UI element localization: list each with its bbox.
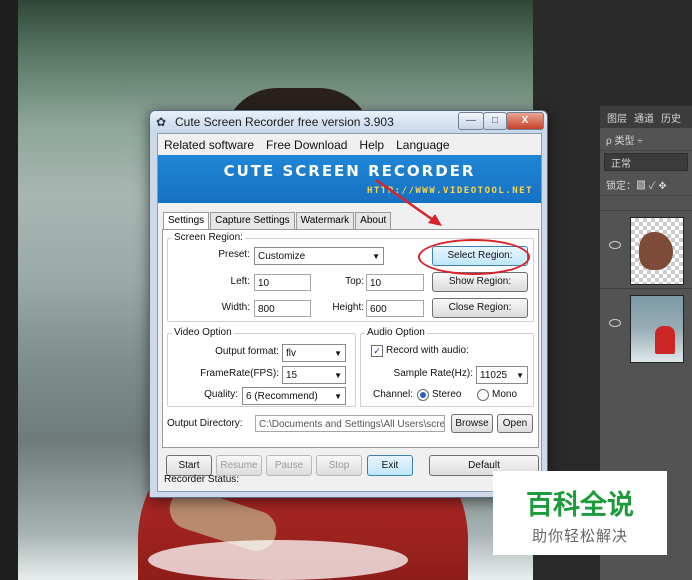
app-banner: CUTE SCREEN RECORDER HTTP://WWW.VIDEOTOO… (158, 155, 541, 203)
screen-region-title: Screen Region: (172, 232, 245, 243)
width-input[interactable]: 800 (254, 300, 311, 317)
tab-layers[interactable]: 图层 (607, 110, 627, 125)
preset-select[interactable]: Customize ▼ (254, 247, 384, 265)
preset-label: Preset: (218, 249, 250, 260)
canvas-edge (0, 0, 18, 580)
visibility-eye-icon[interactable] (609, 319, 621, 327)
dropdown-arrow-icon: ▼ (334, 392, 342, 401)
sample-rate-value: 11025 (480, 370, 508, 381)
dropdown-arrow-icon: ▼ (516, 371, 524, 380)
menu-language[interactable]: Language (390, 138, 455, 152)
window-title: Cute Screen Recorder free version 3.903 (175, 115, 394, 129)
top-label: Top: (345, 276, 364, 287)
baike-watermark: 百科全说 助你轻松解决 (493, 471, 667, 555)
fps-value: 15 (286, 370, 298, 381)
mono-radio[interactable] (477, 389, 489, 401)
window-client-area: Related software Free Download Help Lang… (157, 133, 542, 492)
tab-history[interactable]: 历史 (661, 110, 681, 125)
tab-capture-settings[interactable]: Capture Settings (210, 212, 295, 230)
output-directory-input[interactable]: C:\Documents and Settings\All Users\scre (255, 415, 445, 432)
maximize-button[interactable]: □ (483, 112, 507, 130)
tab-watermark[interactable]: Watermark (295, 212, 355, 230)
resume-button[interactable]: Resume (216, 455, 262, 476)
preset-value: Customize (258, 251, 306, 262)
quality-label: Quality: (204, 389, 238, 400)
sample-rate-select[interactable]: 11025 ▼ (476, 366, 528, 384)
dropdown-arrow-icon: ▼ (334, 371, 342, 380)
visibility-eye-icon[interactable] (609, 241, 621, 249)
recorder-status: Recorder Status: (164, 474, 240, 485)
stereo-radio[interactable] (417, 389, 429, 401)
layers-panel-tabs: 图层 通道 历史 (600, 106, 692, 128)
menu-related-software[interactable]: Related software (158, 138, 260, 152)
layer-filter-row[interactable]: ρ 类型 ÷ (600, 128, 692, 151)
show-region-button[interactable]: Show Region: (432, 272, 528, 292)
close-region-button[interactable]: Close Region: (432, 298, 528, 318)
browse-button[interactable]: Browse (451, 414, 493, 433)
output-format-select[interactable]: flv ▼ (282, 344, 346, 362)
banner-title: CUTE SCREEN RECORDER (223, 162, 476, 180)
exit-button[interactable]: Exit (367, 455, 413, 476)
sample-rate-label: Sample Rate(Hz): (393, 368, 473, 379)
lock-label[interactable]: 锁定：▩ ✓ ✥ (606, 177, 667, 192)
lock-row: 锁定：▩ ✓ ✥ (600, 173, 692, 196)
layer-thumbnail (630, 217, 684, 285)
record-audio-label: Record with audio: (386, 345, 469, 356)
left-label: Left: (230, 276, 250, 287)
tab-channels[interactable]: 通道 (634, 110, 654, 125)
menu-help[interactable]: Help (353, 138, 390, 152)
photo-water-splash (148, 540, 408, 580)
fps-label: FrameRate(FPS): (200, 368, 279, 379)
left-input[interactable]: 10 (254, 274, 311, 291)
layer-thumbnail (630, 295, 684, 363)
output-format-value: flv (286, 348, 296, 359)
channel-label: Channel: (372, 389, 413, 400)
layer-row-photo[interactable] (600, 288, 692, 365)
red-arrow-annotation (375, 178, 442, 226)
watermark-subtitle: 助你轻松解决 (531, 528, 628, 545)
minimize-button[interactable]: — (458, 112, 484, 130)
blend-mode-value: 正常 (611, 158, 631, 170)
open-button[interactable]: Open (497, 414, 533, 433)
close-button[interactable]: X (506, 112, 544, 130)
watermark-title: 百科全说 (526, 490, 634, 520)
settings-tabs: Settings Capture Settings Watermark Abou… (163, 212, 392, 230)
quality-select[interactable]: 6 (Recommend) ▼ (242, 387, 346, 405)
app-icon: ✿ (156, 115, 167, 129)
height-label: Height: (332, 302, 364, 313)
layer-filter-kind[interactable]: ρ 类型 ÷ (606, 132, 643, 147)
blend-mode-select[interactable]: 正常 (604, 153, 688, 171)
width-label: Width: (221, 302, 250, 313)
layer-row-cutout[interactable] (600, 210, 692, 287)
menu-bar: Related software Free Download Help Lang… (158, 134, 541, 155)
output-format-label: Output format: (215, 346, 279, 357)
title-bar[interactable]: ✿ Cute Screen Recorder free version 3.90… (150, 111, 547, 133)
menu-free-download[interactable]: Free Download (260, 138, 353, 152)
quality-value: 6 (Recommend) (246, 391, 318, 402)
video-option-title: Video Option (172, 327, 234, 338)
output-directory-label: Output Directory: (167, 418, 243, 429)
stop-button[interactable]: Stop (316, 455, 362, 476)
tab-settings[interactable]: Settings (163, 212, 210, 230)
fps-select[interactable]: 15 ▼ (282, 366, 346, 384)
top-input[interactable]: 10 (366, 274, 424, 291)
dropdown-arrow-icon: ▼ (334, 349, 342, 358)
start-button[interactable]: Start (166, 455, 212, 476)
height-input[interactable]: 600 (366, 300, 424, 317)
cute-screen-recorder-window: ✿ Cute Screen Recorder free version 3.90… (149, 110, 548, 498)
audio-option-title: Audio Option (365, 327, 427, 338)
record-audio-checkbox[interactable]: ✓ (371, 345, 383, 357)
stereo-label: Stereo (432, 389, 462, 400)
video-option-group: Video Option Output format: flv ▼ FrameR… (167, 327, 356, 407)
audio-option-group: Audio Option ✓ Record with audio: Sample… (360, 327, 534, 407)
pause-button[interactable]: Pause (266, 455, 312, 476)
mono-label: Mono (492, 389, 518, 400)
